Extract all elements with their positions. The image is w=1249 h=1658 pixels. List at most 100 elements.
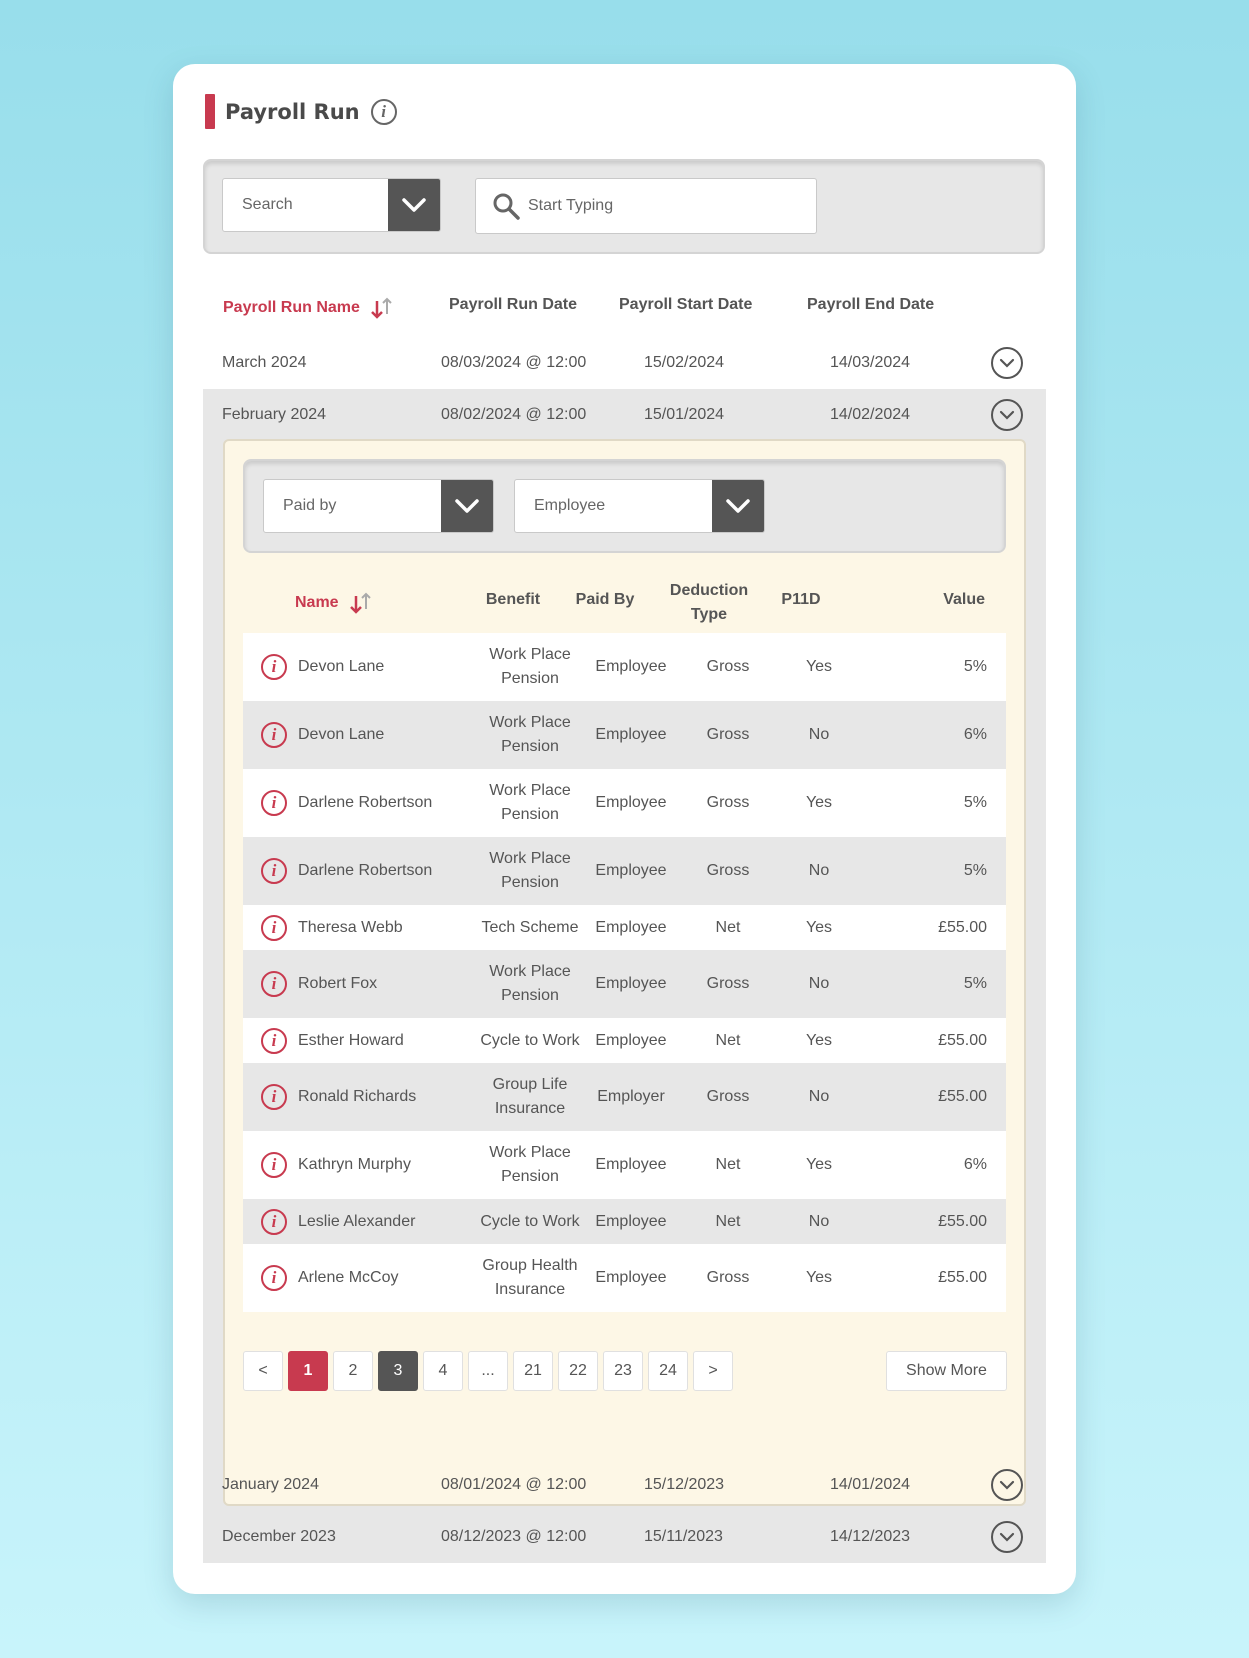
benefit-row[interactable]: i Kathryn Murphy Work Place Pension Employe… [243,1131,1006,1199]
cell-p11d: No [808,975,830,992]
info-icon[interactable]: i [261,1027,287,1054]
search-select-label: Search [242,196,293,213]
pagination-page-button[interactable]: 23 [603,1351,643,1391]
detail-column-header-benefit[interactable]: Benefit [473,591,553,609]
info-icon[interactable]: i [261,790,287,816]
cell-p11d: No [808,862,830,879]
pagination-page-button[interactable]: 4 [423,1351,463,1391]
expand-chevron-icon[interactable] [991,399,1023,431]
benefit-row[interactable]: i Theresa Webb Tech Scheme Employee Net Yes £5… [243,905,1006,950]
pagination-ellipsis[interactable]: ... [468,1351,508,1391]
cell-value: 5% [963,794,987,811]
detail-column-header-name[interactable]: Name [295,591,375,615]
run-end-date: 14/03/2024 [830,354,911,371]
show-more-button[interactable]: Show More [886,1351,1007,1391]
pagination: <1 2 3 4... 21 22 23 24 > [243,1351,738,1391]
detail-column-header-deduction-type[interactable]: Deduction Type [661,579,757,627]
cell-name: Ronald Richards [298,1088,417,1105]
benefit-row[interactable]: i Darlene Robertson Work Place Pension Empl… [243,837,1006,905]
column-header-run-date[interactable]: Payroll Run Date [449,296,577,314]
cell-p11d: Yes [805,794,833,811]
cell-benefit: Group Health Insurance [482,1257,578,1298]
cell-p11d: Yes [805,1156,833,1173]
info-icon[interactable]: i [261,1084,287,1110]
cell-deduction: Gross [706,658,750,675]
cell-paid-by: Employee [595,726,667,743]
expand-chevron-icon[interactable] [991,347,1023,379]
pagination-page-button[interactable]: 21 [513,1351,553,1391]
cell-paid-by: Employer [597,1088,665,1105]
cell-paid-by: Employee [595,1156,667,1173]
payroll-run-row[interactable]: March 2024 08/03/2024 @ 12:00 15/02/2024… [203,337,1046,389]
benefit-row[interactable]: i Arlene McCoy Group Health Insurance Emplo… [243,1244,1006,1312]
employee-select[interactable]: Employee [514,479,765,533]
column-header-name[interactable]: Payroll Run Name [223,296,396,320]
pagination-page-button[interactable]: 2 [333,1351,373,1391]
info-icon[interactable]: i [261,971,287,997]
info-icon[interactable]: i [261,722,287,748]
cell-deduction: Gross [706,1088,750,1105]
column-header-start-date[interactable]: Payroll Start Date [619,296,752,314]
column-header-end-date[interactable]: Payroll End Date [807,296,934,314]
cell-name: Arlene McCoy [298,1269,399,1286]
chevron-down-icon[interactable] [441,480,493,532]
run-date: 08/01/2024 @ 12:00 [441,1476,587,1493]
cell-deduction: Net [715,1156,741,1173]
sort-icon[interactable] [370,296,396,320]
pagination-page-button[interactable]: 1 [288,1351,328,1391]
cell-p11d: Yes [805,658,833,675]
run-start-date: 15/01/2024 [644,406,725,423]
cell-deduction: Net [715,1031,741,1049]
info-icon[interactable]: i [261,858,287,884]
benefit-row[interactable]: i Darlene Robertson Work Place Pension Empl… [243,769,1006,837]
pagination-prev-button[interactable]: < [243,1351,283,1391]
cell-p11d: Yes [805,918,833,936]
run-end-date: 14/01/2024 [830,1476,911,1493]
info-cell: i [261,1199,289,1244]
benefit-row[interactable]: i Robert Fox Work Place Pension Employee Gro… [243,950,1006,1018]
search-input[interactable]: Start Typing [475,178,817,234]
pagination-page-button[interactable]: 24 [648,1351,688,1391]
payroll-run-row-expanded[interactable]: February 2024 08/02/2024 @ 12:00 15/01/2… [203,389,1046,441]
detail-column-header-paid-by[interactable]: Paid By [565,591,645,609]
paid-by-select-label: Paid by [283,497,337,514]
run-name: December 2023 [222,1528,336,1545]
cell-name: Devon Lane [298,658,385,675]
cell-paid-by: Employee [595,862,667,879]
info-icon[interactable]: i [370,98,397,125]
run-date: 08/03/2024 @ 12:00 [441,354,587,371]
cell-benefit: Tech Scheme [481,918,579,936]
run-start-date: 15/02/2024 [644,354,725,371]
pagination-next-button[interactable]: > [693,1351,733,1391]
cell-paid-by: Employee [595,794,667,811]
chevron-down-icon[interactable] [388,179,440,231]
benefit-row[interactable]: i Ronald Richards Group Life Insurance Empl… [243,1063,1006,1131]
info-icon[interactable]: i [261,1265,287,1291]
expand-chevron-icon[interactable] [991,1469,1023,1501]
expand-chevron-icon[interactable] [991,1521,1023,1553]
sort-icon[interactable] [349,591,375,615]
payroll-run-row[interactable]: December 2023 08/12/2023 @ 12:00 15/11/2… [203,1511,1046,1563]
search-field-select[interactable]: Search [222,178,441,232]
info-icon[interactable]: i [261,1208,287,1235]
info-icon[interactable]: i [261,654,287,680]
pagination-page-button[interactable]: 3 [378,1351,418,1391]
pagination-page-button[interactable]: 22 [558,1351,598,1391]
payroll-run-row[interactable]: January 2024 08/01/2024 @ 12:00 15/12/20… [203,1459,1046,1511]
info-icon[interactable]: i [261,914,287,941]
benefit-row[interactable]: i Devon Lane Work Place Pension Employee Gro… [243,633,1006,701]
paid-by-select[interactable]: Paid by [263,479,494,533]
cell-name: Devon Lane [298,726,385,743]
payroll-run-card: Payroll Run i Search Start Typing Payrol… [173,64,1076,1594]
title-accent-bar [205,94,215,129]
detail-column-header-value[interactable]: Value [885,591,985,609]
chevron-down-icon[interactable] [712,480,764,532]
info-icon[interactable]: i [261,1152,287,1178]
benefit-row[interactable]: i Esther Howard Cycle to Work Employee Net Ye… [243,1018,1006,1063]
benefit-row[interactable]: i Devon Lane Work Place Pension Employee Gro… [243,701,1006,769]
cell-paid-by: Employee [595,658,667,675]
run-start-date: 15/11/2023 [644,1528,723,1545]
cell-name: Leslie Alexander [298,1212,416,1230]
benefit-row[interactable]: i Leslie Alexander Cycle to Work Employee Ne… [243,1199,1006,1244]
detail-column-header-p11d[interactable]: P11D [771,591,831,609]
